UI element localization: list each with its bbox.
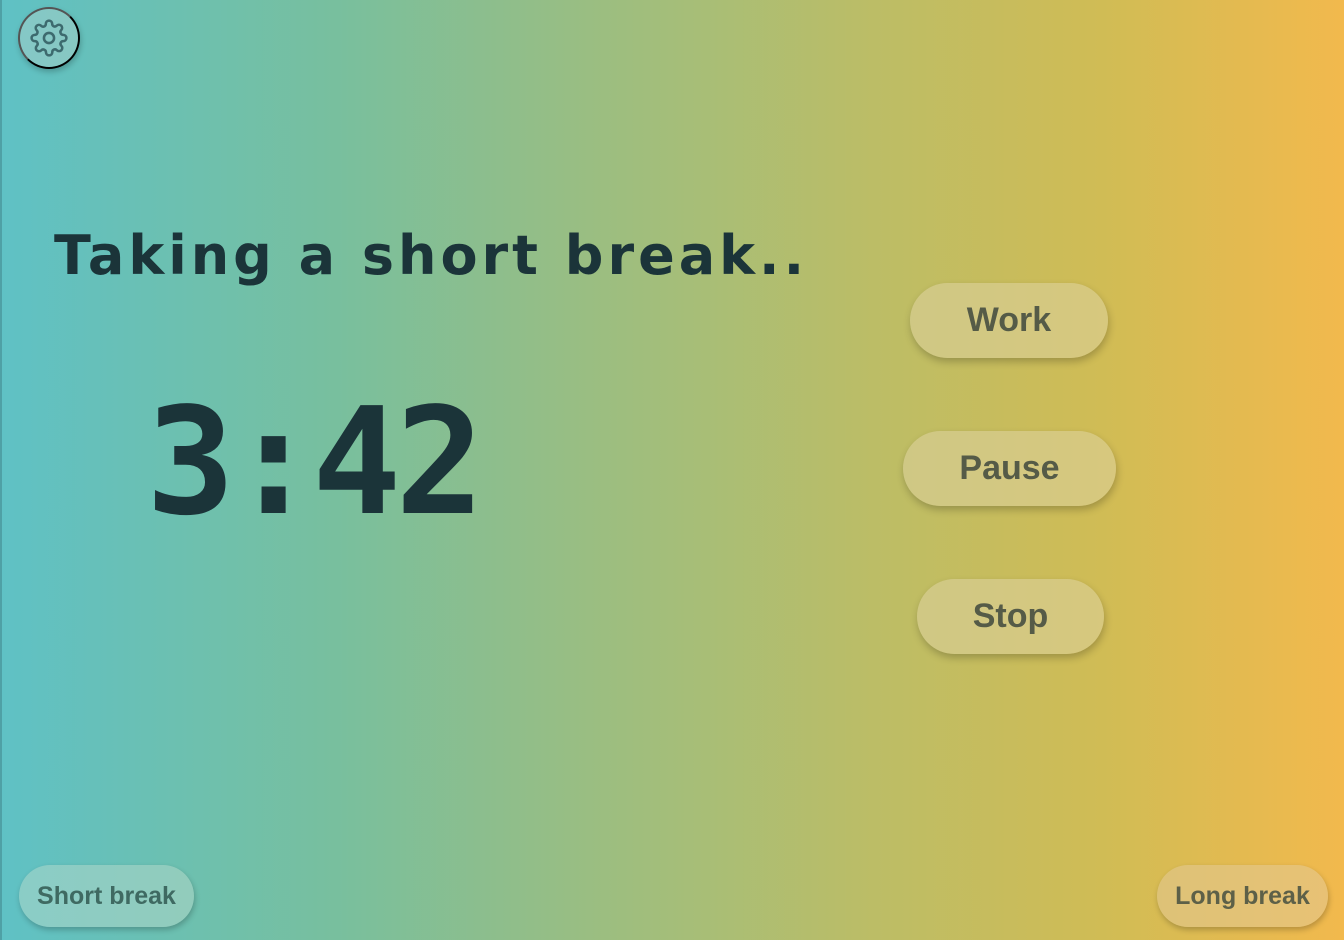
stop-button[interactable]: Stop: [917, 579, 1104, 654]
work-button[interactable]: Work: [910, 283, 1108, 358]
window-left-edge: [0, 0, 2, 940]
timer-display: 3:42: [146, 376, 484, 548]
gear-icon: [30, 19, 68, 57]
pause-button[interactable]: Pause: [903, 431, 1116, 506]
session-status-text: Taking a short break..: [54, 224, 809, 287]
short-break-button[interactable]: Short break: [19, 865, 194, 927]
settings-button[interactable]: [18, 7, 80, 69]
long-break-button[interactable]: Long break: [1157, 865, 1328, 927]
